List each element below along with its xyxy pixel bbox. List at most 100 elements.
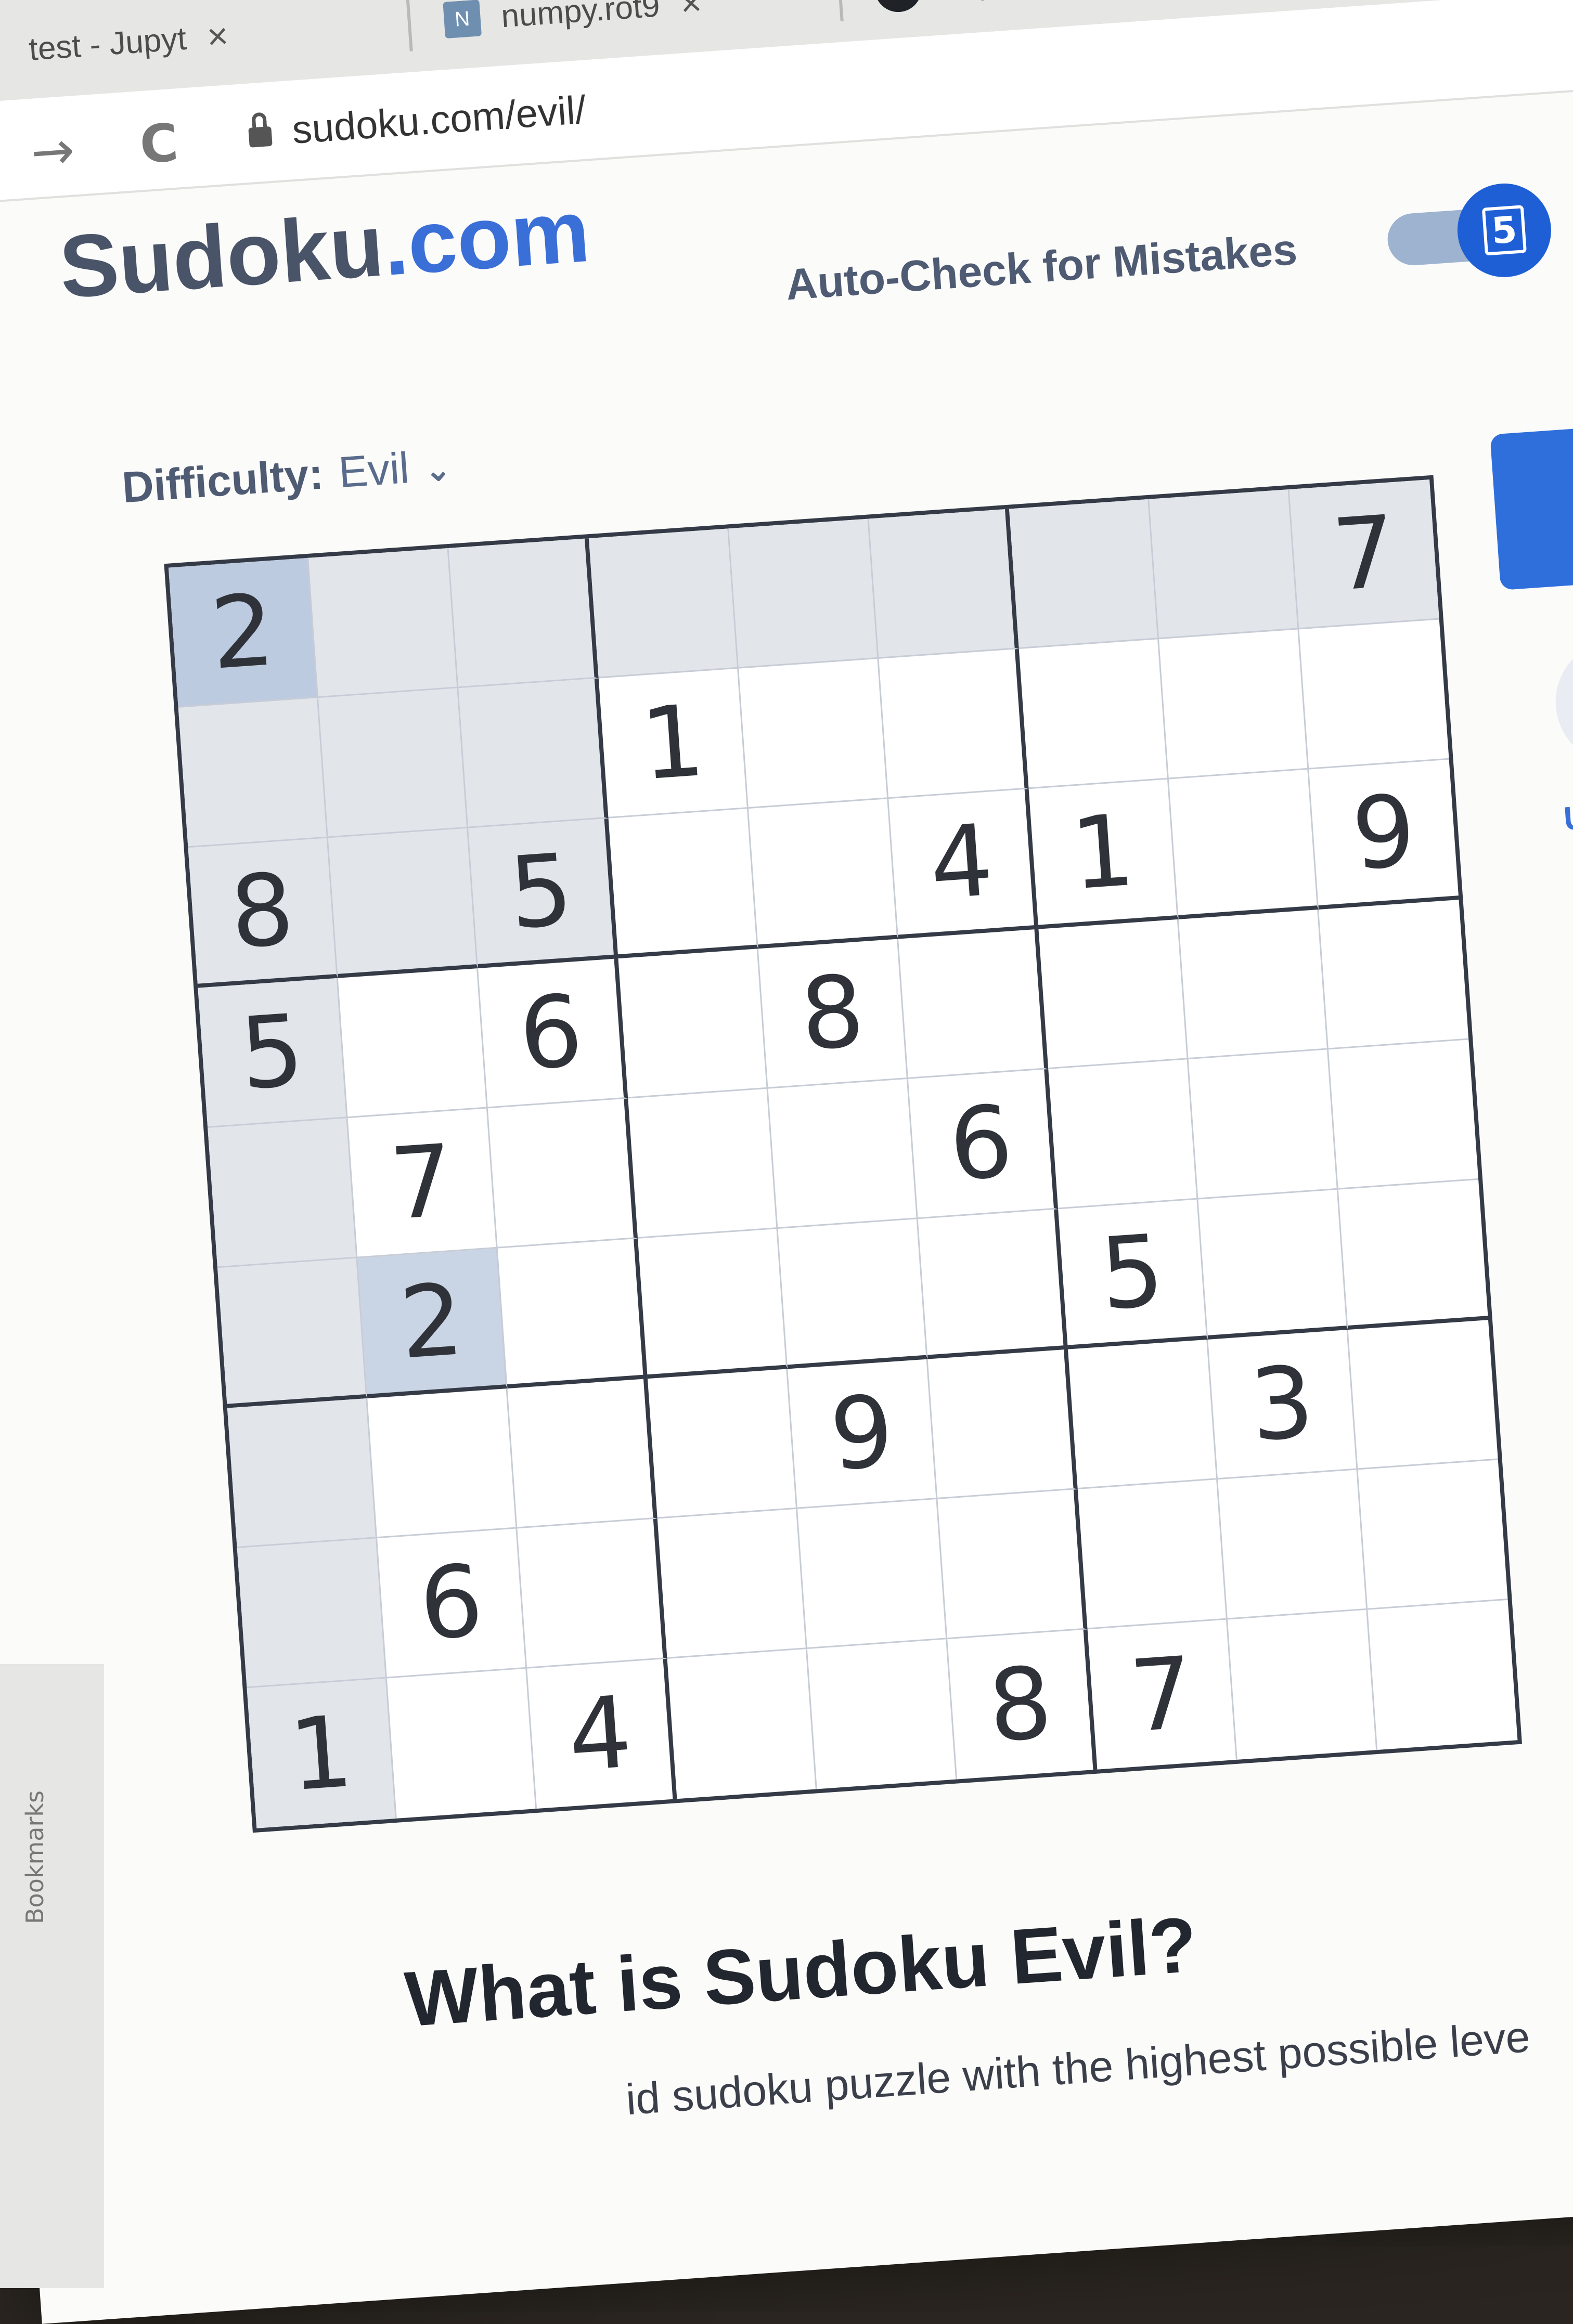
close-icon[interactable]: × [205,15,229,58]
sudoku-cell[interactable] [608,808,758,959]
forward-arrow-icon[interactable]: → [29,119,77,183]
sudoku-cell[interactable] [937,1489,1088,1640]
sudoku-cell[interactable] [797,1499,948,1650]
sudoku-cell[interactable]: 8 [758,939,908,1089]
sudoku-cell[interactable] [1338,1179,1488,1330]
hint-count: 5 [1481,205,1527,256]
sudoku-cell[interactable] [1018,639,1169,789]
sudoku-cell[interactable] [918,1209,1068,1359]
bookmarks-label: Bookmarks [21,1790,49,1924]
monitor-screen: test - Jupyt × N numpy.rot9 × deploying … [0,0,1573,2324]
sudoku-cell[interactable] [647,1369,798,1519]
sudoku-cell[interactable] [517,1518,667,1669]
sudoku-cell[interactable] [807,1639,958,1789]
sudoku-cell[interactable] [1178,909,1329,1060]
tab-title: deploying [941,0,1081,4]
tab-separator [836,0,844,21]
sudoku-cell[interactable]: 7 [1087,1619,1237,1770]
sudoku-cell[interactable]: 3 [1208,1329,1358,1480]
sudoku-cell[interactable]: 1 [1028,779,1179,929]
sudoku-cell[interactable] [879,648,1029,799]
sudoku-cell[interactable] [1067,1339,1218,1490]
sudoku-cell[interactable] [1009,499,1159,649]
sudoku-cell[interactable] [507,1379,657,1529]
sudoku-cell[interactable]: 6 [377,1528,527,1679]
sudoku-cell[interactable]: 2 [357,1248,508,1398]
sudoku-cell[interactable] [1348,1320,1498,1470]
sudoku-cell[interactable] [237,1538,387,1689]
sudoku-cell[interactable]: 4 [888,789,1039,939]
sudoku-cell[interactable] [448,538,599,689]
sudoku-cell[interactable] [1227,1609,1378,1760]
sudoku-cell[interactable]: 8 [188,838,338,988]
sudoku-cell[interactable] [869,509,1019,659]
sudoku-cell[interactable] [1149,489,1299,640]
sudoku-cell[interactable]: 6 [478,958,628,1109]
sudoku-cell[interactable] [1328,1040,1479,1190]
sudoku-cell[interactable] [487,1098,638,1249]
sudoku-cell[interactable] [628,1088,778,1239]
sudoku-cell[interactable] [1168,769,1319,919]
sudoku-cell[interactable] [618,949,768,1099]
sudoku-cell[interactable] [367,1388,518,1539]
sudoku-cell[interactable] [1368,1600,1517,1750]
sudoku-cell[interactable]: 5 [198,978,348,1128]
close-icon[interactable]: × [679,0,703,24]
sudoku-cell[interactable] [458,678,609,828]
sudoku-cell[interactable] [1319,900,1469,1050]
sudoku-cell[interactable]: 9 [1309,759,1459,910]
sudoku-cell[interactable] [898,929,1049,1079]
sudoku-cell[interactable] [217,1258,368,1408]
sudoku-cell[interactable]: 7 [1289,479,1439,630]
reload-icon[interactable]: C [138,112,180,175]
sudoku-cell[interactable] [1188,1049,1338,1200]
sudoku-cell[interactable] [1299,619,1449,770]
sudoku-cell[interactable] [588,528,739,679]
sudoku-cell[interactable] [386,1668,537,1819]
sudoku-cell[interactable]: 2 [168,557,319,708]
sudoku-cell[interactable]: 5 [468,818,618,968]
sudoku-cell[interactable]: 4 [527,1658,677,1809]
sudoku-cell[interactable] [927,1349,1078,1499]
tab-jupyter[interactable]: test - Jupyt × [26,0,231,88]
new-game-button[interactable] [1490,412,1573,591]
sudoku-cell[interactable]: 8 [947,1629,1098,1780]
sudoku-cell[interactable] [1358,1460,1508,1610]
sudoku-cell[interactable] [1159,629,1309,780]
sudoku-cell[interactable] [328,828,479,978]
bookmarks-bar[interactable]: Bookmarks [0,1664,104,2288]
sudoku-cell[interactable] [1198,1189,1348,1340]
sudoku-cell[interactable]: 1 [247,1678,397,1828]
sudoku-cell[interactable] [657,1509,807,1659]
tab-title: numpy.rot9 [500,0,661,34]
difficulty-selector[interactable]: Difficulty: Evil ⌄ [121,439,453,513]
sudoku-cell[interactable] [667,1649,817,1799]
sudoku-cell[interactable] [768,1079,918,1229]
sudoku-cell[interactable]: 9 [788,1359,938,1509]
sudoku-cell[interactable] [1038,919,1189,1069]
sudoku-cell[interactable] [739,658,889,809]
sudoku-cell[interactable] [227,1398,378,1549]
sudoku-cell[interactable] [178,698,328,848]
sudoku-cell[interactable] [1218,1470,1368,1620]
sudoku-cell[interactable] [497,1238,648,1389]
sudoku-cell[interactable]: 6 [908,1069,1059,1219]
sudoku-cell[interactable] [748,799,899,949]
sudoku-cell[interactable] [318,688,469,838]
sudoku-cell[interactable] [1077,1479,1228,1630]
tab-numpy[interactable]: N numpy.rot9 × [442,0,705,59]
sudoku-cell[interactable]: 1 [598,668,749,819]
sudoku-cell[interactable] [208,1118,358,1268]
undo-button[interactable]: ↺ [1551,635,1573,769]
sudoku-cell[interactable] [308,548,459,698]
tab-github[interactable]: deploying [872,0,1083,29]
sudoku-cell[interactable] [638,1228,788,1379]
sudoku-cell[interactable] [729,518,879,669]
sudoku-cell[interactable]: 7 [347,1108,498,1258]
sudoku-cell[interactable] [1048,1059,1198,1210]
sudoku-cell[interactable]: 5 [1058,1199,1208,1349]
site-logo[interactable]: Sudoku.com [56,180,593,319]
hint-badge[interactable]: 5 [1454,180,1554,280]
sudoku-cell[interactable] [338,968,488,1119]
sudoku-cell[interactable] [778,1219,928,1369]
